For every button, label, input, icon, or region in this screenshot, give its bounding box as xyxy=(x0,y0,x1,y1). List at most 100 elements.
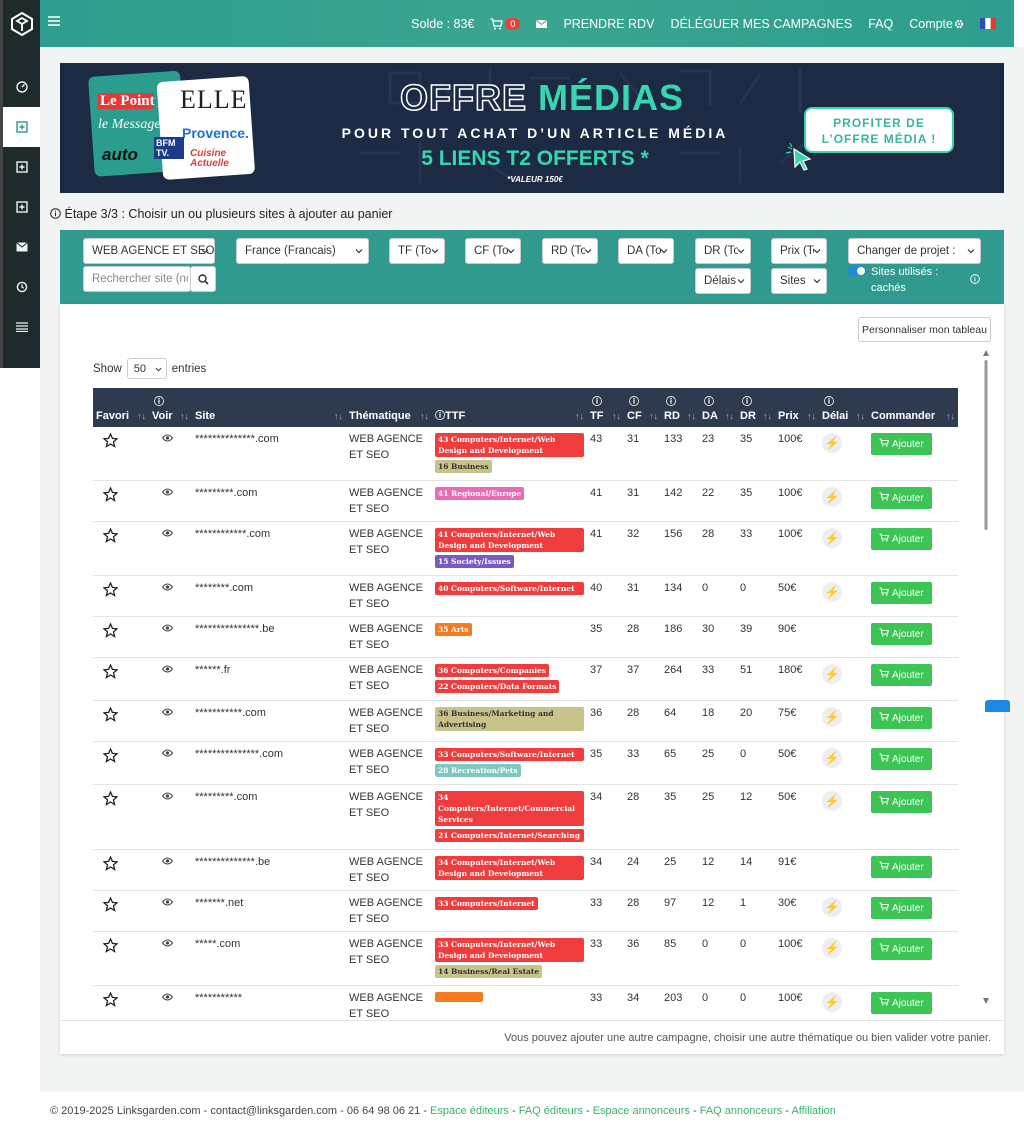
add-order-icon[interactable] xyxy=(3,107,40,147)
favorite-star-icon[interactable] xyxy=(102,581,119,600)
dashboard-icon[interactable] xyxy=(3,67,40,107)
add-to-cart-button[interactable]: Ajouter xyxy=(871,623,932,645)
column-header[interactable]: ⓘTTF ↑↓ xyxy=(432,388,587,427)
footer-link-faq-editeurs[interactable]: FAQ éditeurs xyxy=(519,1105,583,1117)
column-header[interactable]: ⓘ RD ↑↓ xyxy=(661,388,699,427)
add-to-cart-button[interactable]: Ajouter xyxy=(871,528,932,550)
view-eye-icon[interactable] xyxy=(161,582,174,594)
add-to-cart-button[interactable]: Ajouter xyxy=(871,938,932,960)
column-header[interactable]: ⓘ TF ↑↓ xyxy=(587,388,624,427)
footer-link-faq-annonceurs[interactable]: FAQ annonceurs xyxy=(700,1105,783,1117)
sites-select-value: Sites xyxy=(780,275,806,287)
view-eye-icon[interactable] xyxy=(161,487,174,499)
mail-button[interactable] xyxy=(536,19,548,28)
add-to-cart-button[interactable]: Ajouter xyxy=(871,433,932,455)
nav-deleguer-campagnes[interactable]: DÉLÉGUER MES CAMPAGNES xyxy=(670,17,852,31)
table-cell: 50€ xyxy=(775,575,819,617)
add-to-cart-button[interactable]: Ajouter xyxy=(871,487,932,509)
table-scrollbar[interactable] xyxy=(983,350,989,1005)
balance: Solde : 83€ xyxy=(411,16,475,31)
info-icon[interactable] xyxy=(970,274,980,284)
view-eye-icon[interactable] xyxy=(161,433,174,445)
add-to-cart-button[interactable]: Ajouter xyxy=(871,582,932,604)
add-to-cart-button[interactable]: Ajouter xyxy=(871,856,932,878)
favorite-star-icon[interactable] xyxy=(102,527,119,546)
view-eye-icon[interactable] xyxy=(161,791,174,803)
price-select[interactable]: Prix (Tous) xyxy=(771,238,827,264)
menu-burger-icon[interactable] xyxy=(48,15,60,27)
cf-select[interactable]: CF (Tous) xyxy=(465,238,521,264)
favorite-star-icon[interactable] xyxy=(102,991,119,1010)
footer-link-espace-editeurs[interactable]: Espace éditeurs xyxy=(430,1105,509,1117)
favorite-star-icon[interactable] xyxy=(102,432,119,451)
view-eye-icon[interactable] xyxy=(161,664,174,676)
tf-select[interactable]: TF (Tous) xyxy=(389,238,445,264)
site-name: ********.com xyxy=(195,582,254,594)
favorite-star-icon[interactable] xyxy=(102,622,119,641)
add-campaign-icon[interactable] xyxy=(3,147,40,187)
project-select[interactable]: Changer de projet : xyxy=(848,238,981,264)
favorite-star-icon[interactable] xyxy=(102,937,119,956)
info-icon: ⓘ xyxy=(666,397,676,408)
add-to-cart-button[interactable]: Ajouter xyxy=(871,748,932,770)
hidden-sites-toggle[interactable] xyxy=(848,266,866,276)
account-menu[interactable]: Compte xyxy=(909,17,964,31)
view-eye-icon[interactable] xyxy=(161,707,174,719)
nav-prendre-rdv[interactable]: PRENDRE RDV xyxy=(563,17,654,31)
view-eye-icon[interactable] xyxy=(161,748,174,760)
banner-cta-button[interactable]: PROFITER DE L’OFFRE MÉDIA ! xyxy=(804,107,954,153)
add-to-cart-button[interactable]: Ajouter xyxy=(871,992,932,1014)
column-header[interactable]: Commander ↑↓ xyxy=(868,388,958,427)
category-select[interactable]: WEB AGENCE ET SEO xyxy=(83,238,215,264)
messages-icon[interactable] xyxy=(3,227,40,267)
add-to-cart-button[interactable]: Ajouter xyxy=(871,664,932,686)
history-icon[interactable] xyxy=(3,267,40,307)
favorite-star-icon[interactable] xyxy=(102,663,119,682)
column-header[interactable]: ⓘ Voir ↑↓ xyxy=(149,388,192,427)
column-header[interactable]: ⓘ DR ↑↓ xyxy=(737,388,775,427)
column-header[interactable]: ⓘ DA ↑↓ xyxy=(699,388,737,427)
footer-link-espace-annonceurs[interactable]: Espace annonceurs xyxy=(593,1105,690,1117)
favorite-star-icon[interactable] xyxy=(102,747,119,766)
view-eye-icon[interactable] xyxy=(161,856,174,868)
cart-button[interactable]: 0 xyxy=(490,17,521,30)
column-header[interactable]: Favori ↑↓ xyxy=(93,388,149,427)
column-header[interactable]: Site ↑↓ xyxy=(192,388,346,427)
sites-select[interactable]: Sites xyxy=(771,268,827,294)
favorite-star-icon[interactable] xyxy=(102,896,119,915)
add-to-cart-button[interactable]: Ajouter xyxy=(871,791,932,813)
add-to-cart-button[interactable]: Ajouter xyxy=(871,707,932,729)
nav-faq[interactable]: FAQ xyxy=(868,17,893,31)
view-eye-icon[interactable] xyxy=(161,897,174,909)
entries-select[interactable]: 50 xyxy=(126,358,167,379)
dr-select[interactable]: DR (Tous) xyxy=(695,238,751,264)
rd-select[interactable]: RD (Tous) xyxy=(542,238,598,264)
footer-link-affiliation[interactable]: Affiliation xyxy=(791,1105,835,1117)
customize-table-button[interactable]: Personnaliser mon tableau xyxy=(858,317,991,342)
da-select[interactable]: DA (Tous) xyxy=(618,238,674,264)
view-eye-icon[interactable] xyxy=(161,938,174,950)
column-header-label: TF xyxy=(590,410,604,422)
view-eye-icon[interactable] xyxy=(161,623,174,635)
search-button[interactable] xyxy=(190,266,216,292)
favorite-star-icon[interactable] xyxy=(102,706,119,725)
column-header[interactable]: ⓘ CF ↑↓ xyxy=(624,388,661,427)
add-to-cart-button[interactable]: Ajouter xyxy=(871,897,932,919)
side-tab-handle[interactable] xyxy=(985,700,1010,712)
list-icon[interactable] xyxy=(3,307,40,347)
language-flag-fr-icon[interactable] xyxy=(980,18,996,29)
column-header[interactable]: Thématique ↑↓ xyxy=(346,388,432,427)
linksgarden-logo-icon[interactable] xyxy=(3,8,40,40)
delay-select[interactable]: Délais xyxy=(695,268,751,294)
column-header[interactable]: ⓘ Délai ↑↓ xyxy=(819,388,868,427)
favorite-star-icon[interactable] xyxy=(102,486,119,505)
media-offer-banner[interactable]: Le Point ELLE le Messager Provence. auto… xyxy=(60,63,1004,193)
add-project-icon[interactable] xyxy=(3,187,40,227)
country-select[interactable]: France (Francais) xyxy=(236,238,369,264)
view-eye-icon[interactable] xyxy=(161,992,174,1004)
favorite-star-icon[interactable] xyxy=(102,790,119,809)
column-header[interactable]: Prix ↑↓ xyxy=(775,388,819,427)
favorite-star-icon[interactable] xyxy=(102,855,119,874)
search-site-input[interactable]: Rechercher site (nom) xyxy=(83,266,191,292)
view-eye-icon[interactable] xyxy=(161,528,174,540)
